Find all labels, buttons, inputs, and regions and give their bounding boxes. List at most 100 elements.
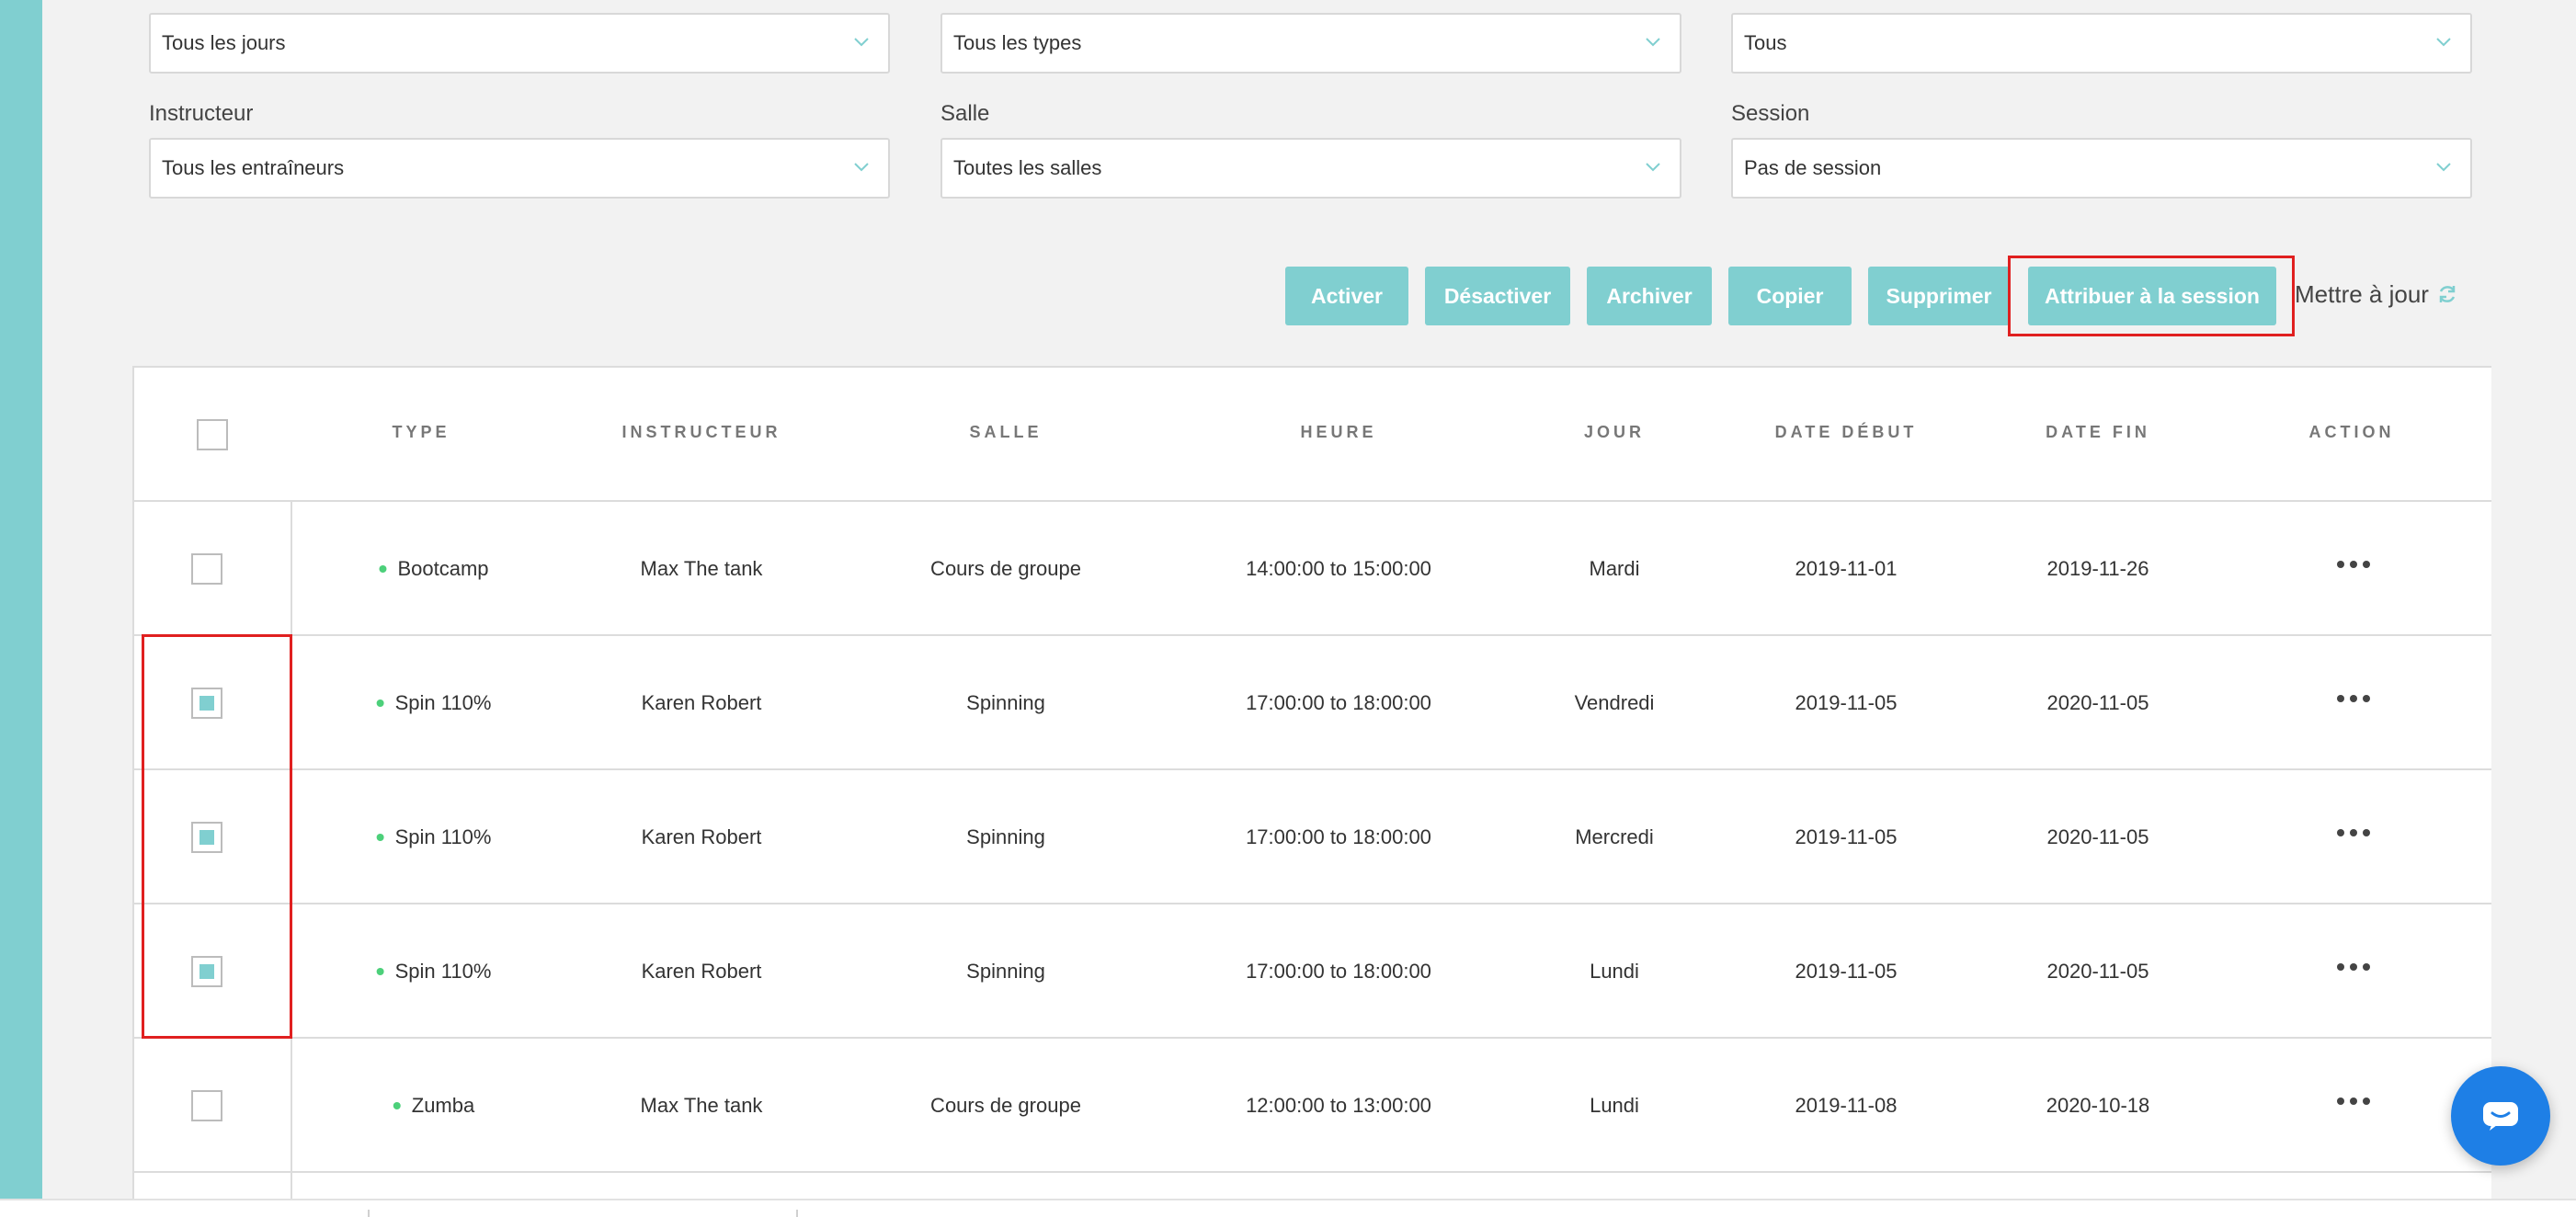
divider [368,1210,370,1217]
delete-button[interactable]: Supprimer [1868,267,2010,325]
more-horizontal-icon[interactable] [2330,956,2377,978]
type-text: Zumba [411,1094,475,1117]
classes-table: TYPE INSTRUCTEUR SALLE HEURE JOUR DATE D… [132,366,2491,1199]
type-cell: Spin 110% [376,825,492,849]
assign-session-button[interactable]: Attribuer à la session [2028,267,2276,325]
start-date-cell: 2019-11-05 [1795,960,1898,983]
table-header: TYPE INSTRUCTEUR SALLE HEURE JOUR DATE D… [134,368,2491,502]
status-dot [379,565,387,573]
chevron-down-icon [854,38,869,47]
room-filter-value: Toutes les salles [953,156,1102,179]
type-text: Spin 110% [394,691,492,714]
instructor-cell: Karen Robert [641,960,762,983]
instructor-cell: Karen Robert [641,825,762,848]
status-filter-value: Tous [1744,31,1787,54]
column-header-room[interactable]: SALLE [969,423,1042,442]
column-header-action: ACTION [2308,423,2395,441]
time-cell: 17:00:00 to 18:00:00 [1246,825,1431,848]
chat-icon [2483,1102,2518,1131]
column-header-instructor[interactable]: INSTRUCTEUR [622,423,781,442]
day-cell: Mercredi [1575,825,1654,848]
row-checkbox[interactable] [191,1090,222,1121]
more-horizontal-icon[interactable] [2330,553,2377,575]
table-row: Spin 110% Karen Robert Spinning 17:00:00… [134,770,2491,904]
end-date-cell: 2020-11-05 [2046,825,2149,848]
table-row: Spin 110% Karen Robert Spinning 17:00:00… [134,636,2491,770]
type-filter-select[interactable]: Tous les types [940,13,1681,74]
left-sidebar-rail [0,0,42,1199]
refresh-icon [2439,286,2456,302]
end-date-cell: 2020-11-05 [2046,960,2149,983]
start-date-cell: 2019-11-01 [1795,557,1898,580]
row-checkbox[interactable] [191,822,222,853]
day-cell: Lundi [1590,960,1639,983]
chat-launcher-button[interactable] [2451,1066,2550,1166]
end-date-cell: 2020-10-18 [2046,1094,2150,1117]
table-row: Bootcamp Max The tank Cours de groupe 14… [134,502,2491,636]
more-horizontal-icon[interactable] [2330,822,2377,844]
deactivate-button[interactable]: Désactiver [1425,267,1570,325]
chevron-down-icon [854,163,869,172]
type-cell: Zumba [393,1094,474,1118]
room-filter-label: Salle [940,101,990,126]
refresh-label: Mettre à jour [2295,279,2429,308]
copy-button[interactable]: Copier [1728,267,1852,325]
row-checkbox[interactable] [191,553,222,585]
time-cell: 17:00:00 to 18:00:00 [1246,691,1431,714]
chevron-down-icon [1646,163,1660,172]
start-date-cell: 2019-11-05 [1795,691,1898,714]
instructor-cell: Max The tank [640,557,763,580]
room-cell: Cours de groupe [930,1094,1081,1117]
status-dot [376,968,384,975]
status-filter-select[interactable]: Tous [1731,13,2472,74]
room-filter-select[interactable]: Toutes les salles [940,138,1681,199]
column-header-end-date[interactable]: DATE FIN [2046,423,2150,442]
row-checkbox[interactable] [191,956,222,987]
status-dot [376,699,384,707]
instructor-filter-label: Instructeur [149,101,254,126]
end-date-cell: 2019-11-26 [2046,557,2149,580]
time-cell: 14:00:00 to 15:00:00 [1246,557,1431,580]
session-filter-value: Pas de session [1744,156,1882,179]
time-cell: 17:00:00 to 18:00:00 [1246,960,1431,983]
column-header-day[interactable]: JOUR [1584,423,1645,442]
day-cell: Vendredi [1574,691,1655,714]
type-cell: Spin 110% [376,960,491,984]
refresh-button[interactable]: Mettre à jour [2295,276,2458,313]
bottom-bar [0,1199,2576,1217]
start-date-cell: 2019-11-05 [1795,825,1898,848]
instructor-filter-select[interactable]: Tous les entraîneurs [149,138,890,199]
select-all-checkbox[interactable] [197,419,228,450]
divider [796,1210,798,1217]
session-filter-select[interactable]: Pas de session [1731,138,2472,199]
more-horizontal-icon[interactable] [2330,688,2377,710]
room-cell: Cours de groupe [930,557,1081,580]
day-cell: Lundi [1590,1094,1639,1117]
type-cell: Spin 110% [376,691,492,715]
room-cell: Spinning [966,691,1045,714]
archive-button[interactable]: Archiver [1587,267,1712,325]
type-text: Bootcamp [397,557,489,580]
chevron-down-icon [2436,163,2451,172]
start-date-cell: 2019-11-08 [1795,1094,1898,1117]
activate-button[interactable]: Activer [1285,267,1408,325]
row-checkbox[interactable] [191,688,222,719]
day-cell: Mardi [1589,557,1640,580]
status-dot [376,834,384,841]
day-filter-value: Tous les jours [162,31,286,54]
more-horizontal-icon[interactable] [2330,1090,2377,1112]
type-filter-value: Tous les types [953,31,1082,54]
room-cell: Spinning [966,960,1045,983]
table-row: Spin 110% Karen Robert Spinning 17:00:00… [134,904,2491,1039]
session-filter-label: Session [1731,101,1810,126]
day-filter-select[interactable]: Tous les jours [149,13,890,74]
column-header-type[interactable]: TYPE [392,423,450,442]
chevron-down-icon [2436,38,2451,47]
column-header-start-date[interactable]: DATE DÉBUT [1775,423,1918,442]
type-text: Spin 110% [394,825,492,848]
instructor-cell: Karen Robert [641,691,762,714]
type-cell: Bootcamp [379,557,489,581]
table-row: Zumba Max The tank Cours de groupe 12:00… [134,1039,2491,1173]
status-dot [393,1102,401,1109]
column-header-time[interactable]: HEURE [1300,423,1376,442]
